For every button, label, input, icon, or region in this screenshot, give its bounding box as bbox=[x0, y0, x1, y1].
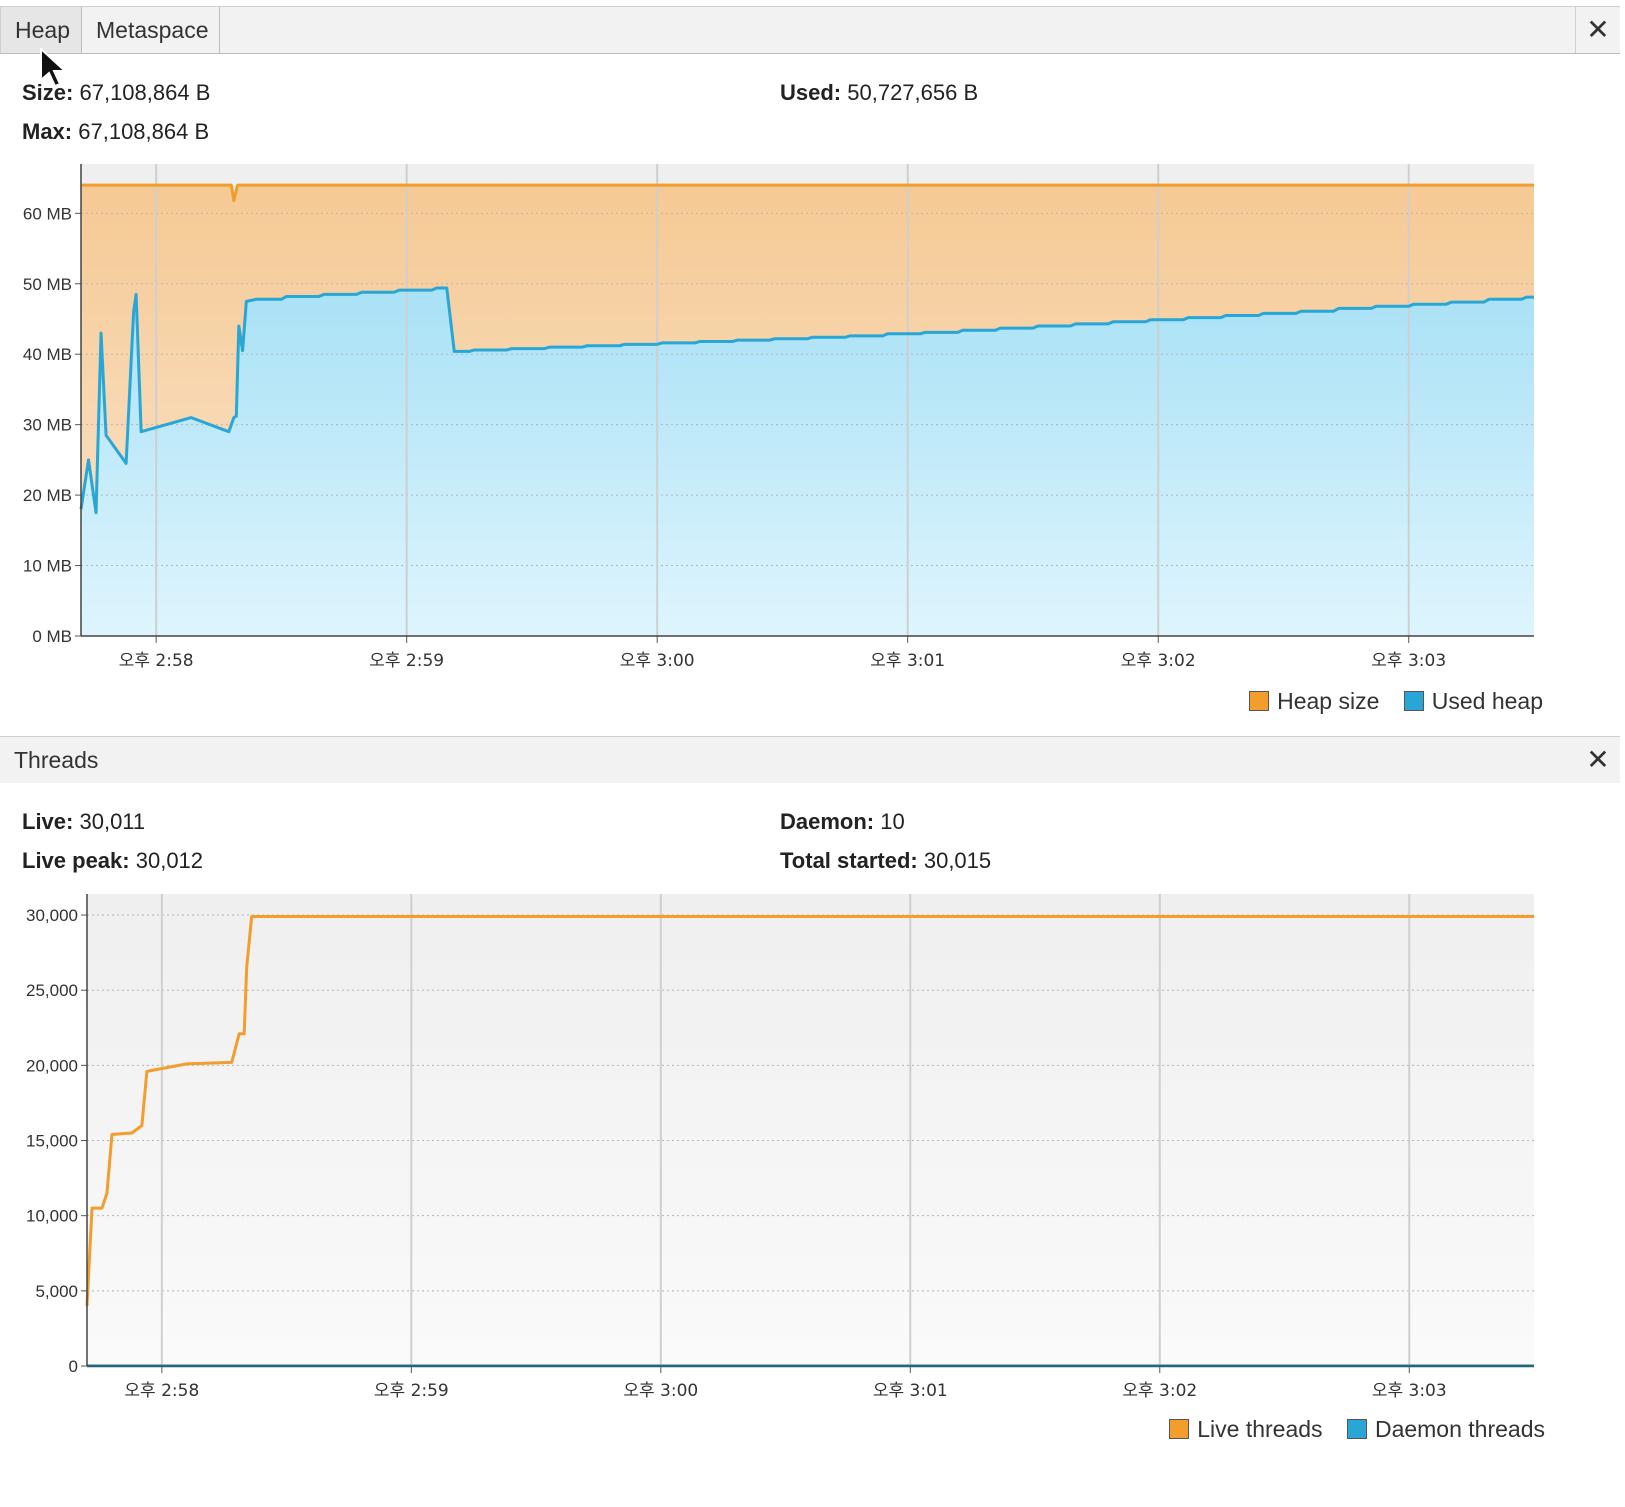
x-tick-label: 오후 3:03 bbox=[1371, 651, 1446, 671]
heap-size-swatch bbox=[1249, 691, 1270, 711]
legend-label-heap-size: Heap size bbox=[1277, 688, 1380, 714]
threads-total-value: 30,015 bbox=[923, 848, 992, 873]
x-tick-label: 오후 3:00 bbox=[620, 651, 695, 671]
threads-live-label: Live: bbox=[22, 809, 74, 834]
threads-legend: Live threads Daemon threads bbox=[1151, 1416, 1545, 1443]
daemon-threads-swatch bbox=[1346, 1419, 1367, 1439]
y-tick-label: 60 MB bbox=[23, 204, 72, 223]
legend-item-daemon-threads: Daemon threads bbox=[1346, 1416, 1545, 1443]
close-icon: ✕ bbox=[1586, 14, 1610, 45]
heap-panel: Heap Metaspace ✕ Size: 67,108,864 B Used… bbox=[0, 0, 1625, 760]
x-tick-label: 오후 2:59 bbox=[374, 1381, 449, 1401]
heap-chart: 0 MB 10 MB 20 MB 30 MB 40 MB 50 MB 60 MB 오후 2:5… bbox=[23, 164, 1534, 671]
legend-item-heap-size: Heap size bbox=[1249, 688, 1379, 715]
x-tick-label: 오후 2:58 bbox=[124, 1381, 199, 1401]
threads-chart: 0 5,000 10,000 15,000 20,000 25,000 30,000 오후 2… bbox=[26, 894, 1534, 1401]
y-tick-label: 50 MB bbox=[23, 275, 72, 294]
x-tick-label: 오후 3:02 bbox=[1122, 1381, 1197, 1401]
tab-metaspace[interactable]: Metaspace bbox=[82, 7, 220, 53]
heap-max-stat: Max: 67,108,864 B bbox=[22, 119, 209, 145]
threads-daemon-value: 10 bbox=[880, 809, 905, 834]
heap-max-label: Max: bbox=[22, 119, 73, 144]
x-tick-label: 오후 3:03 bbox=[1372, 1381, 1447, 1401]
y-tick-label: 0 bbox=[69, 1357, 78, 1376]
x-tick-label: 오후 3:01 bbox=[873, 1381, 948, 1401]
threads-live-stat: Live: 30,011 bbox=[22, 809, 145, 835]
heap-close-button[interactable]: ✕ bbox=[1575, 7, 1620, 53]
y-tick-label: 40 MB bbox=[23, 345, 72, 364]
heap-size-value: 67,108,864 B bbox=[79, 80, 211, 105]
used-heap-swatch bbox=[1403, 691, 1424, 711]
heap-legend: Heap size Used heap bbox=[1231, 688, 1543, 715]
threads-total-stat: Total started: 30,015 bbox=[780, 848, 991, 874]
heap-used-label: Used: bbox=[780, 80, 842, 105]
x-tick-label: 오후 2:58 bbox=[119, 651, 194, 671]
y-tick-label: 5,000 bbox=[35, 1282, 78, 1301]
legend-label-daemon-threads: Daemon threads bbox=[1374, 1416, 1545, 1442]
legend-label-used-heap: Used heap bbox=[1431, 688, 1543, 714]
threads-daemon-label: Daemon: bbox=[780, 809, 875, 834]
plot-background bbox=[87, 894, 1534, 1366]
live-threads-swatch bbox=[1169, 1419, 1190, 1439]
y-tick-label: 25,000 bbox=[26, 981, 78, 1000]
threads-peak-label: Live peak: bbox=[22, 848, 130, 873]
legend-label-live-threads: Live threads bbox=[1197, 1416, 1323, 1442]
y-tick-label: 30,000 bbox=[26, 906, 78, 925]
x-tick-label: 오후 3:01 bbox=[870, 651, 945, 671]
threads-title: Threads bbox=[14, 747, 99, 773]
mouse-pointer-icon bbox=[40, 48, 68, 88]
close-icon: ✕ bbox=[1586, 744, 1610, 775]
legend-item-live-threads: Live threads bbox=[1169, 1416, 1323, 1443]
y-tick-label: 10,000 bbox=[26, 1207, 78, 1226]
threads-total-label: Total started: bbox=[780, 848, 918, 873]
y-tick-label: 20 MB bbox=[23, 486, 72, 505]
threads-close-button[interactable]: ✕ bbox=[1576, 737, 1620, 783]
legend-item-used-heap: Used heap bbox=[1403, 688, 1543, 715]
x-tick-label: 오후 2:59 bbox=[369, 651, 444, 671]
x-tick-label: 오후 3:02 bbox=[1121, 651, 1196, 671]
threads-live-value: 30,011 bbox=[79, 809, 146, 834]
tab-heap[interactable]: Heap bbox=[0, 7, 82, 53]
threads-panel: Threads ✕ Live: 30,011 Daemon: 10 Live p… bbox=[0, 736, 1625, 1507]
y-tick-label: 10 MB bbox=[23, 557, 72, 576]
heap-used-value: 50,727,656 B bbox=[847, 80, 979, 105]
threads-peak-stat: Live peak: 30,012 bbox=[22, 848, 203, 874]
heap-max-value: 67,108,864 B bbox=[78, 119, 210, 144]
heap-used-stat: Used: 50,727,656 B bbox=[780, 80, 978, 106]
threads-daemon-stat: Daemon: 10 bbox=[780, 809, 905, 835]
x-tick-label: 오후 3:00 bbox=[623, 1381, 698, 1401]
heap-tab-bar: Heap Metaspace ✕ bbox=[0, 6, 1620, 54]
threads-peak-value: 30,012 bbox=[135, 848, 204, 873]
y-tick-label: 30 MB bbox=[23, 416, 72, 435]
threads-title-bar: Threads ✕ bbox=[0, 736, 1620, 783]
y-tick-label: 20,000 bbox=[26, 1056, 78, 1075]
y-tick-label: 15,000 bbox=[26, 1132, 78, 1151]
y-tick-label: 0 MB bbox=[32, 627, 72, 646]
